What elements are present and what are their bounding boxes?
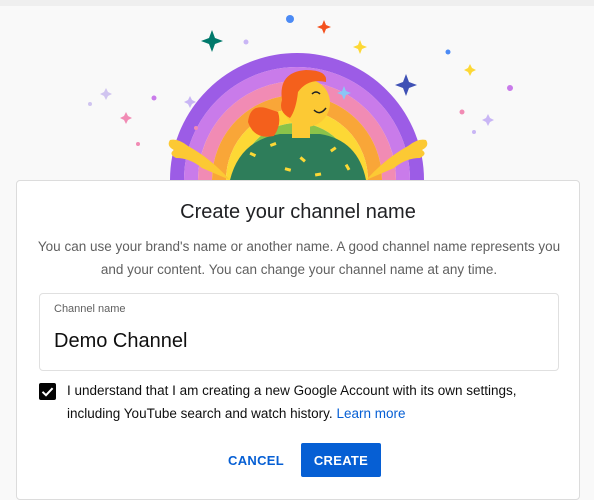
dialog-description: You can use your brand's name or another… <box>37 239 561 277</box>
consent-label: I understand that I am creating a new Go… <box>67 379 567 425</box>
learn-more-link[interactable]: Learn more <box>336 406 405 421</box>
create-button[interactable]: CREATE <box>301 443 381 477</box>
dialog-title: Create your channel name <box>180 201 416 223</box>
create-channel-dialog: Create your channel name You can use you… <box>16 180 580 500</box>
channel-name-label: Channel name <box>54 303 126 315</box>
check-icon <box>41 387 54 397</box>
consent-checkbox[interactable] <box>39 383 56 400</box>
channel-name-field[interactable]: Channel name <box>39 293 559 371</box>
cancel-button[interactable]: CANCEL <box>222 443 286 477</box>
consent-text: I understand that I am creating a new Go… <box>67 383 517 421</box>
channel-illustration <box>88 15 513 181</box>
channel-name-input[interactable] <box>52 326 546 356</box>
top-bar <box>0 0 594 6</box>
